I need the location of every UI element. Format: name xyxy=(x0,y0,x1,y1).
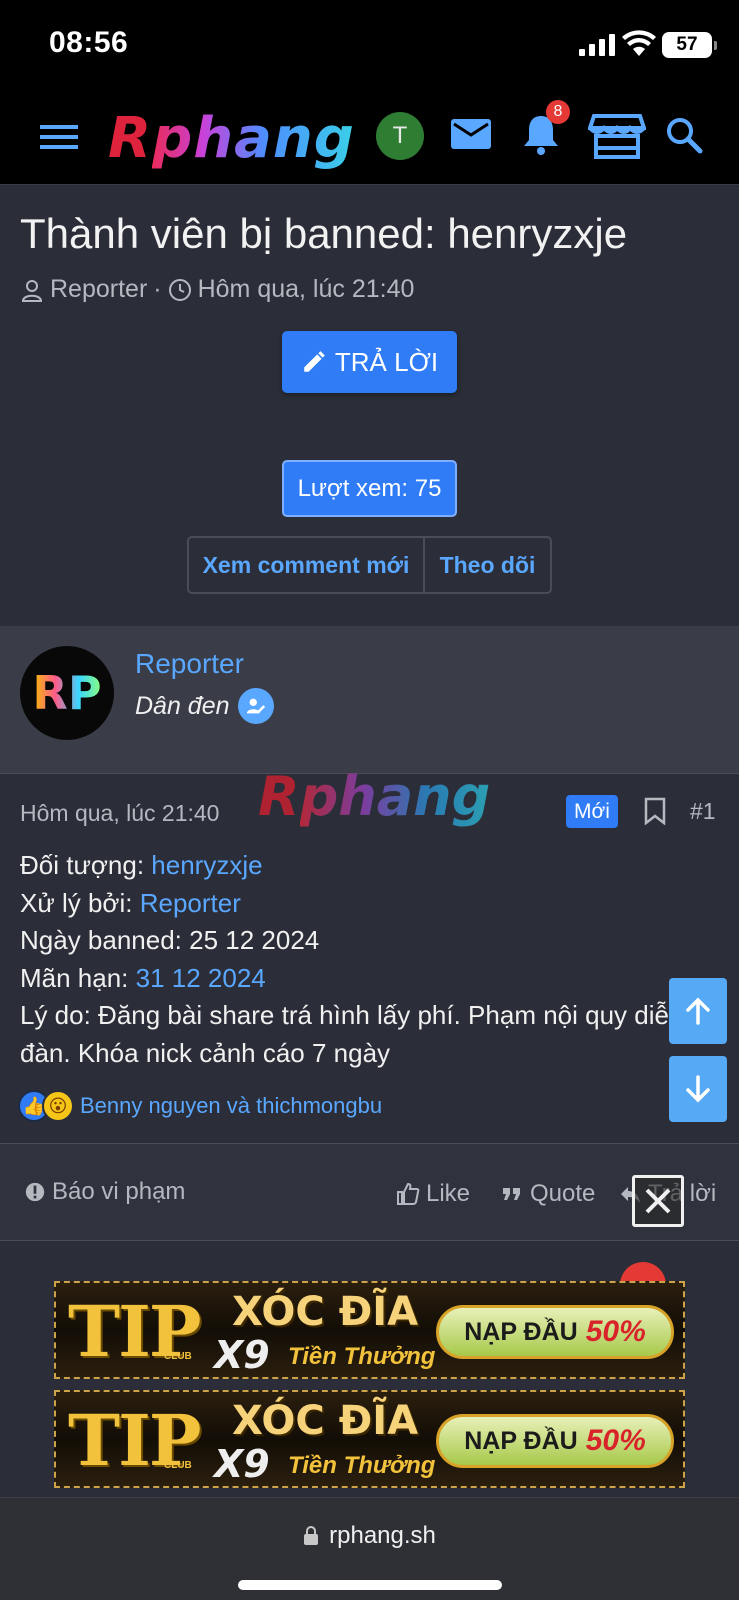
clock-icon xyxy=(168,278,191,301)
thread-actions: Xem comment mới Theo dõi xyxy=(187,536,552,594)
edit-badge-icon xyxy=(237,688,274,724)
bookmark-icon[interactable] xyxy=(644,797,666,825)
mail-icon[interactable] xyxy=(450,116,492,152)
thread-author[interactable]: Reporter xyxy=(50,275,147,304)
signal-icon xyxy=(579,34,615,56)
avatar[interactable]: T xyxy=(376,112,424,160)
arrow-down-icon xyxy=(686,1075,710,1103)
expiry-line: Mãn hạn: 31 12 2024 xyxy=(20,962,266,993)
post-body: Đối tượng: henryzxje Xử lý bởi: Reporter… xyxy=(20,847,700,1072)
thread-time[interactable]: Hôm qua, lúc 21:40 xyxy=(198,275,415,304)
url-text: rphang.sh xyxy=(329,1522,436,1549)
ad-close-button[interactable] xyxy=(632,1175,684,1227)
expiry-link[interactable]: 31 12 2024 xyxy=(136,963,266,993)
post-date[interactable]: Hôm qua, lúc 21:40 xyxy=(20,800,219,827)
post-author-block: RP Reporter Dân đen xyxy=(0,626,739,774)
top-navbar: Rphang T xyxy=(0,90,739,185)
banned-line: Ngày banned: 25 12 2024 xyxy=(20,925,320,955)
view-count: Lượt xem: 75 xyxy=(282,460,457,517)
home-indicator[interactable] xyxy=(238,1580,502,1590)
user-icon xyxy=(21,279,43,302)
search-icon[interactable] xyxy=(665,116,703,154)
notification-badge: 8 xyxy=(546,100,570,124)
ad-banner[interactable]: TIP CLUB XÓC ĐĨA X9 Tiền Thưởng NẠP ĐẦU 5… xyxy=(54,1390,685,1488)
subject-line: Đối tượng: henryzxje xyxy=(20,850,263,880)
arrow-up-icon xyxy=(686,997,710,1025)
wow-reaction-icon: 😮 xyxy=(42,1090,74,1122)
alert-icon xyxy=(25,1182,45,1202)
url-bar[interactable]: rphang.sh xyxy=(0,1522,739,1550)
quote-button[interactable]: Quote xyxy=(500,1180,595,1208)
author-avatar[interactable]: RP xyxy=(20,646,114,740)
subject-link[interactable]: henryzxje xyxy=(151,850,262,880)
hamburger-icon[interactable] xyxy=(40,122,78,152)
reactions-bar[interactable]: 👍 😮 Benny nguyen và thichmongbu xyxy=(18,1090,382,1122)
post-number[interactable]: #1 xyxy=(690,798,716,825)
page-title: Thành viên bị banned: henryzxje xyxy=(20,210,628,257)
ad-banner[interactable]: TIP CLUB XÓC ĐĨA X9 Tiền Thưởng NẠP ĐẦU 5… xyxy=(54,1281,685,1379)
like-button[interactable]: Like xyxy=(396,1180,470,1208)
post-action-bar: Báo vi phạm Like Quote Trả lời xyxy=(0,1143,739,1241)
status-bar: 08:56 57 xyxy=(0,0,739,90)
report-button[interactable]: Báo vi phạm xyxy=(24,1178,185,1206)
author-name[interactable]: Reporter xyxy=(135,648,244,680)
author-title: Dân đen xyxy=(135,688,274,724)
handled-line: Xử lý bởi: Reporter xyxy=(20,887,241,918)
meta-separator: · xyxy=(153,275,162,303)
scroll-top-button[interactable] xyxy=(669,978,727,1044)
pencil-icon xyxy=(304,351,325,372)
reply-button[interactable]: TRẢ LỜI xyxy=(282,331,457,393)
lock-icon xyxy=(304,1526,319,1545)
close-icon xyxy=(645,1188,671,1214)
new-badge: Mới xyxy=(566,795,618,828)
store-icon[interactable] xyxy=(588,112,646,160)
wifi-icon xyxy=(622,30,656,56)
reply-button-label: TRẢ LỜI xyxy=(334,346,439,377)
battery-indicator: 57 xyxy=(662,32,717,58)
scroll-bottom-button[interactable] xyxy=(669,1056,727,1122)
watermark-logo: Rphang xyxy=(258,765,491,828)
status-time: 08:56 xyxy=(49,26,129,59)
site-logo[interactable]: Rphang xyxy=(108,106,355,171)
reactions-list[interactable]: Benny nguyen và thichmongbu xyxy=(80,1093,382,1119)
reason-line: Lý do: Đăng bài share trá hình lấy phí. … xyxy=(20,1000,684,1068)
like-icon xyxy=(397,1182,420,1205)
thread-meta: Reporter · Hôm qua, lúc 21:40 xyxy=(20,275,414,304)
browser-bar: rphang.sh xyxy=(0,1497,739,1600)
new-comments-button[interactable]: Xem comment mới xyxy=(189,538,425,592)
quote-icon xyxy=(503,1188,520,1200)
handler-link[interactable]: Reporter xyxy=(140,888,241,918)
follow-button[interactable]: Theo dõi xyxy=(425,538,550,592)
